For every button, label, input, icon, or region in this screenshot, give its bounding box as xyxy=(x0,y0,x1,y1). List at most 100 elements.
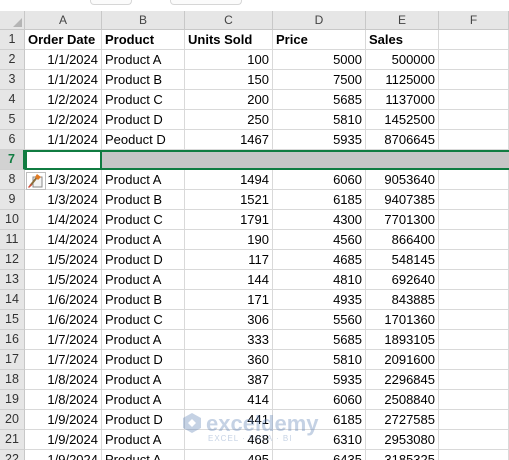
cell-e19[interactable]: 2508840 xyxy=(366,390,439,410)
row-header-14[interactable]: 14 xyxy=(0,290,25,310)
row-header-11[interactable]: 11 xyxy=(0,230,25,250)
cell-b9[interactable]: Product B xyxy=(102,190,185,210)
cell-f3[interactable] xyxy=(439,70,509,90)
cell-d8[interactable]: 6060 xyxy=(273,170,366,190)
paintbrush-clipboard-icon[interactable] xyxy=(26,172,46,190)
cell-f11[interactable] xyxy=(439,230,509,250)
cell-c18[interactable]: 387 xyxy=(185,370,273,390)
row-header-15[interactable]: 15 xyxy=(0,310,25,330)
cell-f9[interactable] xyxy=(439,190,509,210)
cell-e5[interactable]: 1452500 xyxy=(366,110,439,130)
cell-c12[interactable]: 117 xyxy=(185,250,273,270)
row-header-21[interactable]: 21 xyxy=(0,430,25,450)
cell-b18[interactable]: Product A xyxy=(102,370,185,390)
cell-a17[interactable]: 1/7/2024 xyxy=(25,350,102,370)
row-header-20[interactable]: 20 xyxy=(0,410,25,430)
row-header-12[interactable]: 12 xyxy=(0,250,25,270)
cell-f21[interactable] xyxy=(439,430,509,450)
cell-f10[interactable] xyxy=(439,210,509,230)
cell-a9[interactable]: 1/3/2024 xyxy=(25,190,102,210)
select-all-button[interactable] xyxy=(0,11,25,30)
row-header-3[interactable]: 3 xyxy=(0,70,25,90)
cell-f8[interactable] xyxy=(439,170,509,190)
cell-d10[interactable]: 4300 xyxy=(273,210,366,230)
cell-d22[interactable]: 6435 xyxy=(273,450,366,460)
cell-f5[interactable] xyxy=(439,110,509,130)
column-header-b[interactable]: B xyxy=(102,11,185,30)
cell-e11[interactable]: 866400 xyxy=(366,230,439,250)
cell-b6[interactable]: Peoduct D xyxy=(102,130,185,150)
spreadsheet-grid[interactable]: A B C D E F 1 Order Date Product Units Sold Price S… xyxy=(0,11,509,460)
row-header-2[interactable]: 2 xyxy=(0,50,25,70)
cell-b20[interactable]: Product D xyxy=(102,410,185,430)
cell-f14[interactable] xyxy=(439,290,509,310)
cell-a1[interactable]: Order Date xyxy=(25,30,102,50)
cell-a21[interactable]: 1/9/2024 xyxy=(25,430,102,450)
row-header-1[interactable]: 1 xyxy=(0,30,25,50)
cell-d13[interactable]: 4810 xyxy=(273,270,366,290)
cell-b14[interactable]: Product B xyxy=(102,290,185,310)
cell-a6[interactable]: 1/1/2024 xyxy=(25,130,102,150)
cell-b4[interactable]: Product C xyxy=(102,90,185,110)
cell-b12[interactable]: Product D xyxy=(102,250,185,270)
cell-b13[interactable]: Product A xyxy=(102,270,185,290)
row-header-17[interactable]: 17 xyxy=(0,350,25,370)
cell-e21[interactable]: 2953080 xyxy=(366,430,439,450)
cell-d7[interactable] xyxy=(273,150,366,170)
cell-b8[interactable]: Product A xyxy=(102,170,185,190)
cell-d4[interactable]: 5685 xyxy=(273,90,366,110)
cell-f12[interactable] xyxy=(439,250,509,270)
cell-c17[interactable]: 360 xyxy=(185,350,273,370)
cell-e17[interactable]: 2091600 xyxy=(366,350,439,370)
cell-e6[interactable]: 8706645 xyxy=(366,130,439,150)
row-header-13[interactable]: 13 xyxy=(0,270,25,290)
column-header-c[interactable]: C xyxy=(185,11,273,30)
cell-d1[interactable]: Price xyxy=(273,30,366,50)
cell-e15[interactable]: 1701360 xyxy=(366,310,439,330)
cell-a11[interactable]: 1/4/2024 xyxy=(25,230,102,250)
cell-c10[interactable]: 1791 xyxy=(185,210,273,230)
cell-f20[interactable] xyxy=(439,410,509,430)
cell-c14[interactable]: 171 xyxy=(185,290,273,310)
cell-c4[interactable]: 200 xyxy=(185,90,273,110)
cell-c13[interactable]: 144 xyxy=(185,270,273,290)
cell-b5[interactable]: Product D xyxy=(102,110,185,130)
cell-d3[interactable]: 7500 xyxy=(273,70,366,90)
cell-a16[interactable]: 1/7/2024 xyxy=(25,330,102,350)
cell-b10[interactable]: Product C xyxy=(102,210,185,230)
cell-c1[interactable]: Units Sold xyxy=(185,30,273,50)
cell-c19[interactable]: 414 xyxy=(185,390,273,410)
row-header-7[interactable]: 7 xyxy=(0,150,25,170)
cell-a14[interactable]: 1/6/2024 xyxy=(25,290,102,310)
cell-f6[interactable] xyxy=(439,130,509,150)
cell-f4[interactable] xyxy=(439,90,509,110)
column-header-e[interactable]: E xyxy=(366,11,439,30)
cell-a2[interactable]: 1/1/2024 xyxy=(25,50,102,70)
cell-f17[interactable] xyxy=(439,350,509,370)
cell-b15[interactable]: Product C xyxy=(102,310,185,330)
cell-b19[interactable]: Product A xyxy=(102,390,185,410)
cell-d17[interactable]: 5810 xyxy=(273,350,366,370)
row-header-19[interactable]: 19 xyxy=(0,390,25,410)
row-header-9[interactable]: 9 xyxy=(0,190,25,210)
cell-e22[interactable]: 3185325 xyxy=(366,450,439,460)
cell-c7[interactable] xyxy=(185,150,273,170)
cell-c6[interactable]: 1467 xyxy=(185,130,273,150)
cell-f1[interactable] xyxy=(439,30,509,50)
cell-a15[interactable]: 1/6/2024 xyxy=(25,310,102,330)
cell-c3[interactable]: 150 xyxy=(185,70,273,90)
row-header-10[interactable]: 10 xyxy=(0,210,25,230)
column-header-a[interactable]: A xyxy=(25,11,102,30)
cell-f15[interactable] xyxy=(439,310,509,330)
row-header-6[interactable]: 6 xyxy=(0,130,25,150)
cell-c15[interactable]: 306 xyxy=(185,310,273,330)
cell-f18[interactable] xyxy=(439,370,509,390)
cell-a19[interactable]: 1/8/2024 xyxy=(25,390,102,410)
active-cell[interactable] xyxy=(25,150,102,170)
cell-f19[interactable] xyxy=(439,390,509,410)
cell-a4[interactable]: 1/2/2024 xyxy=(25,90,102,110)
cell-e12[interactable]: 548145 xyxy=(366,250,439,270)
cell-e4[interactable]: 1137000 xyxy=(366,90,439,110)
cell-b11[interactable]: Product A xyxy=(102,230,185,250)
cell-e7[interactable] xyxy=(366,150,439,170)
